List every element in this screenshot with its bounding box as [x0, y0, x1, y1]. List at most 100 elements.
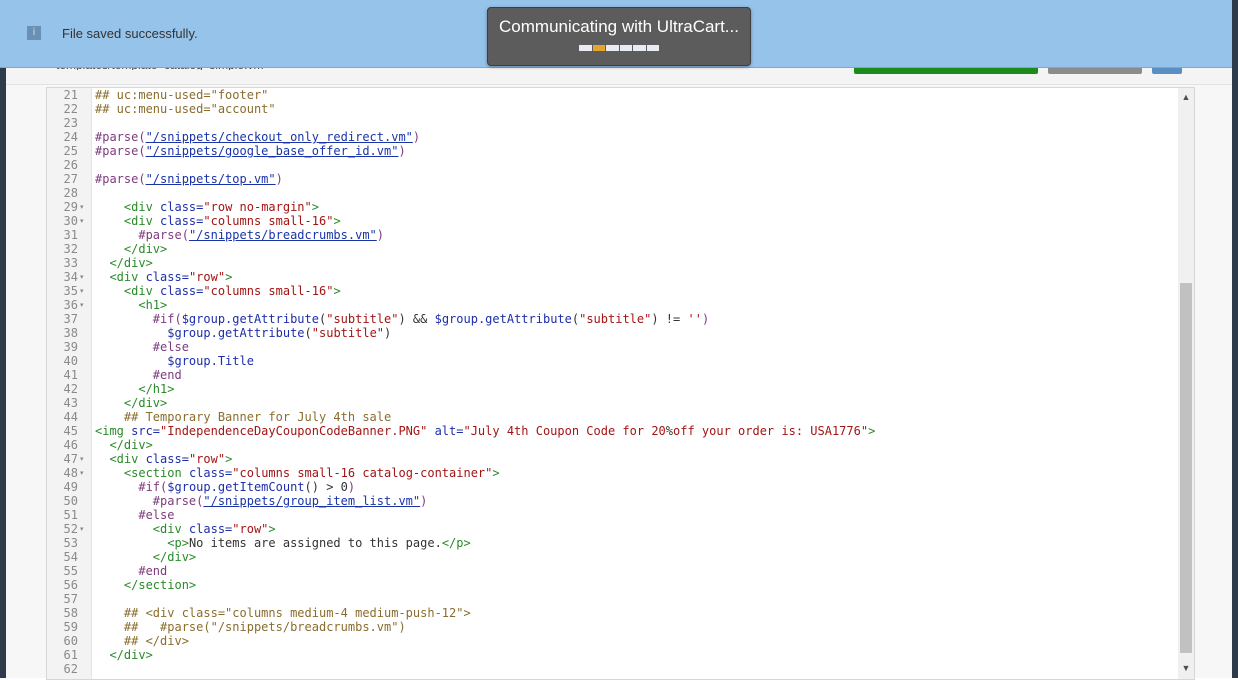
fold-arrow-icon[interactable]: ▾: [80, 284, 88, 298]
code-token: #if(: [138, 480, 168, 494]
code-line[interactable]: #parse("/snippets/top.vm"): [95, 172, 283, 186]
fold-arrow-icon[interactable]: ▾: [80, 200, 88, 214]
fold-arrow-icon[interactable]: ▾: [80, 466, 88, 480]
code-token: </div>: [109, 648, 153, 662]
code-token: >: [333, 284, 341, 298]
code-token[interactable]: "/snippets/top.vm": [146, 172, 276, 186]
code-line[interactable]: </section>: [95, 578, 196, 592]
code-token: off your order is: USA1776": [673, 424, 869, 438]
fold-arrow-icon[interactable]: ▾: [80, 270, 88, 284]
code-token: class=: [145, 270, 189, 284]
code-line[interactable]: #end: [95, 368, 182, 382]
code-token: No items are assigned to this page.: [188, 536, 442, 550]
code-token: </section>: [123, 578, 197, 592]
code-token: $group.getItemCount: [167, 480, 305, 494]
code-token[interactable]: "/snippets/google_base_offer_id.vm": [146, 144, 399, 158]
code-line[interactable]: </div>: [95, 396, 167, 410]
line-number: 56: [63, 578, 78, 592]
code-token: "IndependenceDayCouponCodeBanner.PNG": [160, 424, 428, 438]
line-number: 41: [63, 368, 78, 382]
code-line[interactable]: <section class="columns small-16 catalog…: [95, 466, 500, 480]
code-line[interactable]: #parse("/snippets/google_base_offer_id.v…: [95, 144, 406, 158]
info-icon: i: [27, 26, 41, 40]
code-line[interactable]: #parse("/snippets/group_item_list.vm"): [95, 494, 428, 508]
code-line[interactable]: <div class="columns small-16">: [95, 214, 341, 228]
code-line[interactable]: #if($group.getAttribute("subtitle") && $…: [95, 312, 709, 326]
fold-arrow-icon[interactable]: ▾: [80, 298, 88, 312]
code-editor[interactable]: 21 22 23 24 25 26 27 28 29 ▾ 30 ▾ 31 32 33 34 ▾ 35 ▾ 36 ▾ 37 3…: [46, 87, 1195, 680]
fold-arrow-icon[interactable]: ▾: [80, 452, 88, 466]
code-line[interactable]: ## uc:menu-used="footer": [95, 88, 268, 102]
progress-segment: [646, 45, 659, 51]
scroll-down-arrow-icon[interactable]: ▼: [1178, 661, 1194, 675]
code-line[interactable]: #parse("/snippets/breadcrumbs.vm"): [95, 228, 384, 242]
code-line[interactable]: $group.Title: [95, 354, 254, 368]
code-token[interactable]: "/snippets/breadcrumbs.vm": [189, 228, 377, 242]
code-token[interactable]: "/snippets/checkout_only_redirect.vm": [146, 130, 413, 144]
code-line[interactable]: </div>: [95, 242, 167, 256]
scroll-up-arrow-icon[interactable]: ▲: [1178, 90, 1194, 104]
code-token: <img: [95, 424, 132, 438]
line-number: 55: [63, 564, 78, 578]
code-line[interactable]: <div class="row">: [95, 452, 232, 466]
line-number: 51: [63, 508, 78, 522]
code-token: >: [268, 522, 276, 536]
code-token: class=: [160, 284, 204, 298]
code-line[interactable]: ## Temporary Banner for July 4th sale: [95, 410, 391, 424]
progress-segment: [633, 45, 646, 51]
code-token: #parse(: [152, 494, 204, 508]
code-line[interactable]: </div>: [95, 256, 152, 270]
code-token: ## <div class="columns medium-4 medium-p…: [123, 606, 471, 620]
code-line[interactable]: ## </div>: [95, 634, 189, 648]
code-line[interactable]: $group.getAttribute("subtitle"): [95, 326, 391, 340]
line-number: 47: [63, 452, 78, 466]
code-line[interactable]: #if($group.getItemCount() > 0): [95, 480, 355, 494]
line-number: 26: [63, 158, 78, 172]
code-line[interactable]: <div class="columns small-16">: [95, 284, 341, 298]
code-token[interactable]: "/snippets/group_item_list.vm": [203, 494, 420, 508]
code-line[interactable]: <div class="row">: [95, 522, 276, 536]
code-line[interactable]: #else: [95, 508, 174, 522]
line-number: 57: [63, 592, 78, 606]
code-line[interactable]: </div>: [95, 648, 153, 662]
code-token: ): [412, 130, 421, 144]
code-line[interactable]: <h1>: [95, 298, 167, 312]
code-token: #end: [138, 564, 168, 578]
code-line[interactable]: #end: [95, 564, 167, 578]
code-token: ## </div>: [123, 634, 189, 648]
code-token: #parse(: [95, 172, 146, 186]
code-token: <div: [123, 214, 161, 228]
code-token: %: [665, 424, 674, 438]
code-line[interactable]: </h1>: [95, 382, 174, 396]
scrollbar-thumb[interactable]: [1180, 283, 1192, 653]
code-line[interactable]: </div>: [95, 550, 196, 564]
code-line[interactable]: #else: [95, 340, 189, 354]
code-token: </div>: [109, 438, 153, 452]
code-token: class=: [188, 466, 233, 480]
code-token: ): [347, 480, 356, 494]
progress-segment: [579, 45, 592, 51]
code-line[interactable]: #parse("/snippets/checkout_only_redirect…: [95, 130, 420, 144]
code-line[interactable]: <img src="IndependenceDayCouponCodeBanne…: [95, 424, 875, 438]
fold-arrow-icon[interactable]: ▾: [80, 214, 88, 228]
code-line[interactable]: <div class="row">: [95, 270, 232, 284]
code-line[interactable]: <p>No items are assigned to this page.</…: [95, 536, 470, 550]
code-line[interactable]: </div>: [95, 438, 153, 452]
code-line[interactable]: <div class="row no-margin">: [95, 200, 319, 214]
code-token: "subtitle": [326, 312, 399, 326]
code-line[interactable]: ## #parse("/snippets/breadcrumbs.vm"): [95, 620, 406, 634]
code-line[interactable]: ## uc:menu-used="account": [95, 102, 276, 116]
fold-arrow-icon[interactable]: ▾: [80, 522, 88, 536]
code-line[interactable]: ## <div class="columns medium-4 medium-p…: [95, 606, 471, 620]
